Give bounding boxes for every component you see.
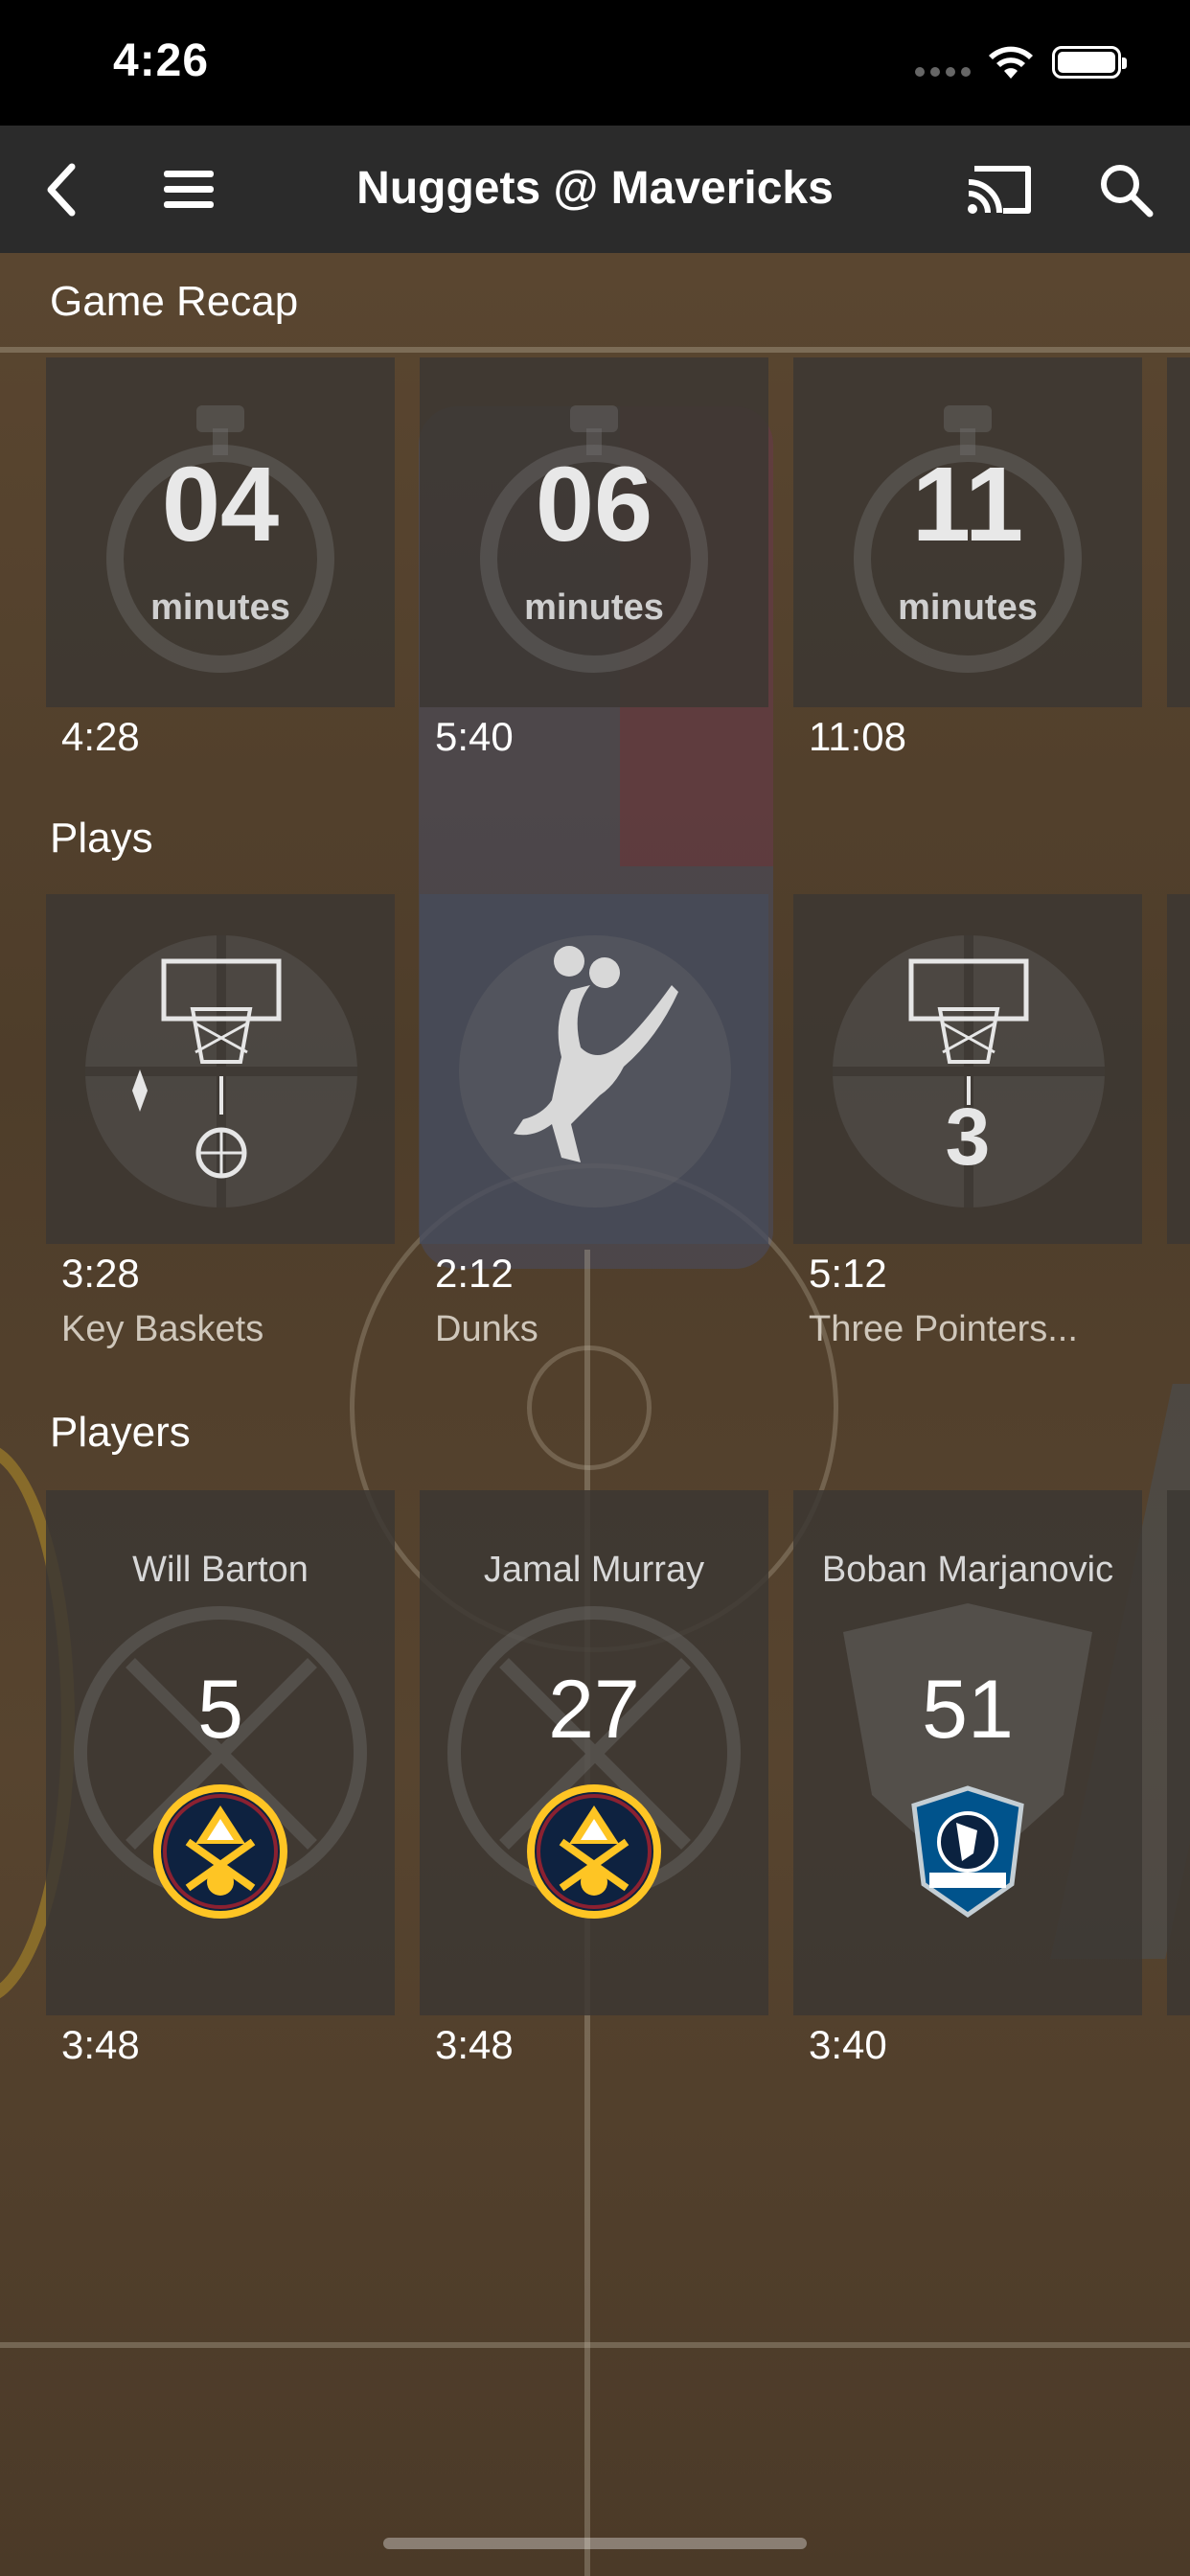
play-tile[interactable] [420, 894, 768, 1244]
player-name: Will Barton [132, 1550, 309, 1590]
mavericks-logo [911, 1785, 1024, 1919]
play-duration: 2:12 [435, 1251, 514, 1296]
wifi-icon [987, 44, 1035, 85]
recap-minutes-label: minutes [898, 587, 1038, 628]
recap-tile[interactable]: 06 minutes [420, 357, 768, 707]
player-jersey-number: 5 [197, 1664, 243, 1756]
player-name: Jamal Murray [483, 1550, 705, 1590]
recap-minutes-number: 11 [911, 446, 1024, 564]
search-icon[interactable] [1073, 126, 1179, 253]
nuggets-logo [527, 1784, 661, 1919]
player-duration: 3:48 [61, 2022, 140, 2067]
play-tile[interactable] [46, 894, 395, 1244]
section-title-players: Players [50, 1409, 191, 1456]
home-indicator[interactable] [383, 2538, 807, 2549]
player-duration: 3:40 [809, 2022, 887, 2067]
play-tile-partial[interactable] [1167, 894, 1190, 1244]
recap-minutes-label: minutes [150, 587, 290, 628]
dunk-player-icon [459, 935, 731, 1208]
battery-icon [1052, 46, 1127, 79]
three-pointer-glyph: 3 [945, 1092, 991, 1182]
recap-duration: 5:40 [435, 714, 514, 759]
recap-tile[interactable]: 04 minutes [46, 357, 395, 707]
recap-tile[interactable]: 11 minutes [793, 357, 1142, 707]
recap-duration: 4:28 [61, 714, 140, 759]
section-title-game-recap: Game Recap [50, 278, 299, 325]
player-duration: 3:48 [435, 2022, 514, 2067]
recap-minutes-number: 06 [535, 446, 653, 564]
player-tile-partial[interactable] [1167, 1490, 1190, 2015]
player-tile[interactable]: Jamal Murray 27 [420, 1490, 768, 2015]
play-tile[interactable]: 3 [793, 894, 1142, 1244]
section-title-plays: Plays [50, 815, 153, 862]
cellular-signal-icon [915, 67, 971, 77]
nav-bar: Nuggets @ Mavericks [0, 126, 1190, 253]
play-duration: 5:12 [809, 1251, 887, 1296]
recap-minutes-label: minutes [524, 587, 664, 628]
recap-duration: 11:08 [809, 714, 906, 759]
cast-icon[interactable] [947, 126, 1052, 253]
play-label: Three Pointers... [809, 1309, 1078, 1349]
recap-tile-partial[interactable] [1167, 357, 1190, 707]
player-name: Boban Marjanovic [821, 1550, 1114, 1590]
play-duration: 3:28 [61, 1251, 140, 1296]
play-label: Key Baskets [61, 1309, 264, 1349]
player-jersey-number: 27 [548, 1664, 640, 1756]
player-jersey-number: 51 [922, 1664, 1014, 1756]
basket-ball-icon [85, 935, 357, 1208]
nuggets-logo [153, 1784, 287, 1919]
player-tile[interactable]: Will Barton 5 [46, 1490, 395, 2015]
player-tile[interactable]: Boban Marjanovic 51 [793, 1490, 1142, 2015]
play-label: Dunks [435, 1309, 538, 1349]
status-time: 4:26 [113, 35, 210, 86]
status-bar: 4:26 [0, 0, 1190, 126]
recap-minutes-number: 04 [161, 446, 280, 564]
